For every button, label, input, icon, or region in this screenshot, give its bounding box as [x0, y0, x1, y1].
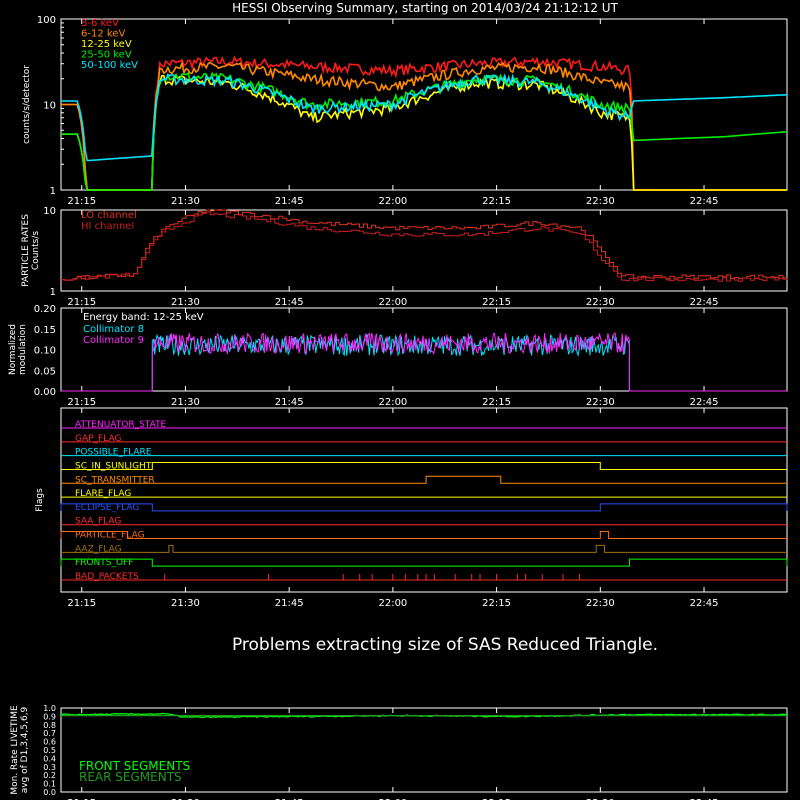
modulation-y-tick-label: 0.05 [34, 366, 56, 377]
countrate-legend-label: 3-6 keV [81, 18, 119, 29]
modulation-y-axis-label: modulation [18, 324, 28, 375]
flag-label: PARTICLE_FLAG [75, 531, 145, 541]
flag-label: FRONTS_OFF [75, 558, 133, 568]
countrate-y-tick-label: 10 [43, 101, 56, 112]
modulation-legend-label: Collimator 8 [83, 324, 144, 335]
livetime-y-tick-label: 0.6 [43, 738, 56, 747]
modulation-x-tick-label: 22:15 [482, 397, 511, 408]
particle-legend-label: HI channel [81, 221, 134, 232]
particle-x-tick-label: 22:15 [482, 297, 511, 308]
particle-x-tick-label: 21:30 [171, 297, 200, 308]
particle-x-tick-label: 22:45 [690, 297, 719, 308]
countrate-y-tick-label: 100 [37, 15, 56, 26]
livetime-y-tick-label: 0.9 [43, 712, 56, 721]
modulation-x-tick-label: 21:15 [67, 397, 96, 408]
status-message: Problems extracting size of SAS Reduced … [232, 635, 658, 655]
particle-y-tick-label: 1 [50, 287, 56, 298]
livetime-y-tick-label: 0.4 [43, 754, 56, 763]
countrate-x-tick-label: 22:45 [690, 196, 719, 207]
livetime-y-tick-label: 0.1 [43, 780, 56, 789]
chart-title: HESSI Observing Summary, starting on 201… [232, 1, 618, 15]
livetime-y-tick-label: 0.7 [43, 729, 56, 738]
particle-y-axis-label: Counts/s [31, 231, 41, 270]
flags-x-tick-label: 21:15 [67, 598, 96, 609]
livetime-y-tick-label: 1.0 [43, 704, 56, 713]
modulation-annotation: Energy band: 12-25 keV [83, 312, 204, 323]
flag-label: SC_TRANSMITTER [75, 475, 155, 485]
countrate-x-tick-label: 21:30 [171, 196, 200, 207]
modulation-x-tick-label: 21:45 [275, 397, 304, 408]
countrate-x-tick-label: 21:15 [67, 196, 96, 207]
livetime-y-axis-label: Mon. Rate LIVETIME [10, 705, 20, 795]
summary-canvas: HESSI Observing Summary, starting on 201… [0, 0, 800, 800]
modulation-x-tick-label: 21:30 [171, 397, 200, 408]
modulation-y-tick-label: 0.15 [34, 325, 56, 336]
flag-label: POSSIBLE_FLARE [75, 448, 152, 458]
flag-label: AAZ_FLAG [75, 544, 122, 554]
particle-legend-label: LO channel [81, 210, 137, 221]
flags-y-axis-label: Flags [35, 488, 45, 512]
particle-x-tick-label: 22:30 [586, 297, 615, 308]
livetime-legend-label: REAR SEGMENTS [79, 770, 182, 784]
modulation-y-tick-label: 0.10 [34, 346, 56, 357]
flag-label: GAP_FLAG [75, 434, 121, 444]
countrate-x-tick-label: 21:45 [275, 196, 304, 207]
flag-label: SAA_FLAG [75, 517, 121, 527]
particle-y-axis-label: PARTICLE RATES [21, 214, 31, 287]
particle-y-tick-label: 10 [43, 206, 56, 217]
modulation-y-tick-label: 0.00 [34, 387, 56, 398]
livetime-y-tick-label: 0.0 [43, 788, 56, 797]
livetime-y-axis-label: avg of D1,3,4,5,6,9 [20, 706, 30, 793]
flag-label: FLARE_FLAG [75, 489, 131, 499]
livetime-y-tick-label: 0.5 [43, 746, 56, 755]
livetime-y-tick-label: 0.8 [43, 721, 56, 730]
countrate-legend-label: 6-12 keV [81, 29, 125, 40]
flag-label: ATTENUATOR_STATE [75, 420, 167, 430]
livetime-y-tick-label: 0.3 [43, 763, 56, 772]
livetime-y-tick-label: 0.2 [43, 771, 56, 780]
modulation-x-tick-label: 22:00 [378, 397, 407, 408]
countrate-legend-label: 25-50 keV [81, 50, 132, 61]
countrate-legend-label: 50-100 keV [81, 60, 138, 71]
particle-x-tick-label: 22:00 [378, 297, 407, 308]
countrate-x-tick-label: 22:30 [586, 196, 615, 207]
countrate-y-tick-label: 1 [50, 186, 56, 197]
modulation-y-tick-label: 0.20 [34, 304, 56, 315]
flags-x-tick-label: 21:45 [275, 598, 304, 609]
particle-x-tick-label: 21:45 [275, 297, 304, 308]
countrate-y-axis-label: counts/s/detector [22, 65, 32, 144]
flags-x-tick-label: 22:45 [690, 598, 719, 609]
flag-label: SC_IN_SUNLIGHT [75, 461, 152, 471]
flag-label: BAD_PACKETS [75, 572, 139, 582]
flags-x-tick-label: 22:00 [378, 598, 407, 609]
modulation-y-axis-label: Normalized [8, 324, 18, 375]
countrate-x-tick-label: 22:15 [482, 196, 511, 207]
modulation-legend-label: Collimator 9 [83, 335, 144, 346]
countrate-legend-label: 12-25 keV [81, 39, 132, 50]
particle-x-tick-label: 21:15 [67, 297, 96, 308]
modulation-x-tick-label: 22:30 [586, 397, 615, 408]
modulation-x-tick-label: 22:45 [690, 397, 719, 408]
flag-label: ECLIPSE_FLAG [75, 503, 139, 513]
countrate-x-tick-label: 22:00 [378, 196, 407, 207]
flags-x-tick-label: 21:30 [171, 598, 200, 609]
flags-x-tick-label: 22:15 [482, 598, 511, 609]
flags-x-tick-label: 22:30 [586, 598, 615, 609]
